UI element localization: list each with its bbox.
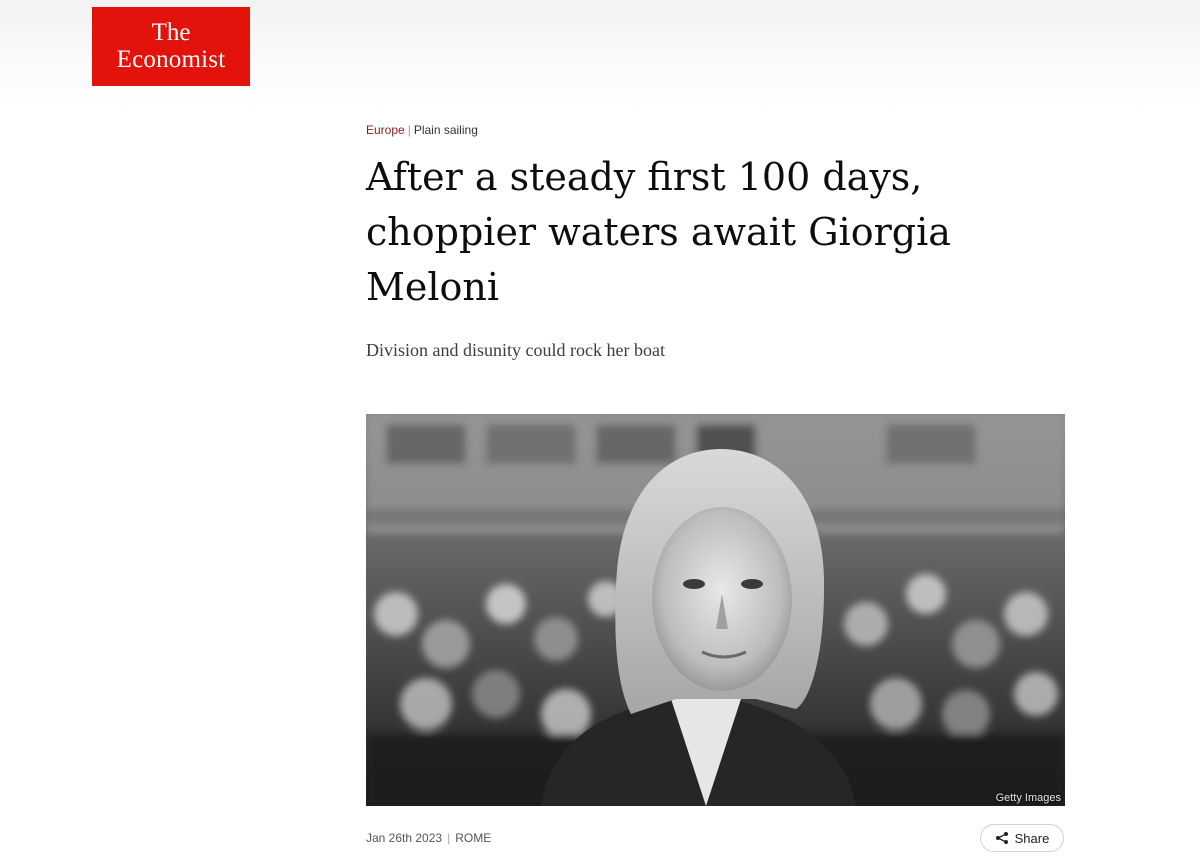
- meta-separator: |: [447, 831, 451, 845]
- logo-line-2: Economist: [116, 46, 226, 73]
- hero-photo: [366, 414, 1065, 806]
- share-label: Share: [1014, 830, 1050, 846]
- page: The Economist Europe | Plain sailing After…: [0, 0, 1200, 864]
- logo-line-1: The: [151, 19, 191, 46]
- masthead: The Economist: [0, 0, 1200, 110]
- rubric-text: Plain sailing: [413, 123, 478, 137]
- rubric-separator: |: [407, 123, 411, 137]
- economist-logo[interactable]: The Economist: [92, 7, 250, 86]
- article-meta: Jan 26th 2023 | ROME: [366, 831, 491, 845]
- publish-date: Jan 26th 2023: [366, 831, 443, 845]
- article-subheadline: Division and disunity could rock her boa…: [366, 340, 665, 360]
- article-headline: After a steady first 100 days, choppier …: [366, 155, 951, 309]
- section-link[interactable]: Europe: [366, 123, 405, 137]
- hero-image: Getty Images: [366, 414, 1065, 806]
- share-icon: [995, 831, 1009, 845]
- image-credit: Getty Images: [995, 792, 1061, 804]
- article-rubric: Europe | Plain sailing: [366, 123, 478, 137]
- dateline: ROME: [455, 831, 492, 845]
- share-button[interactable]: Share: [980, 824, 1064, 852]
